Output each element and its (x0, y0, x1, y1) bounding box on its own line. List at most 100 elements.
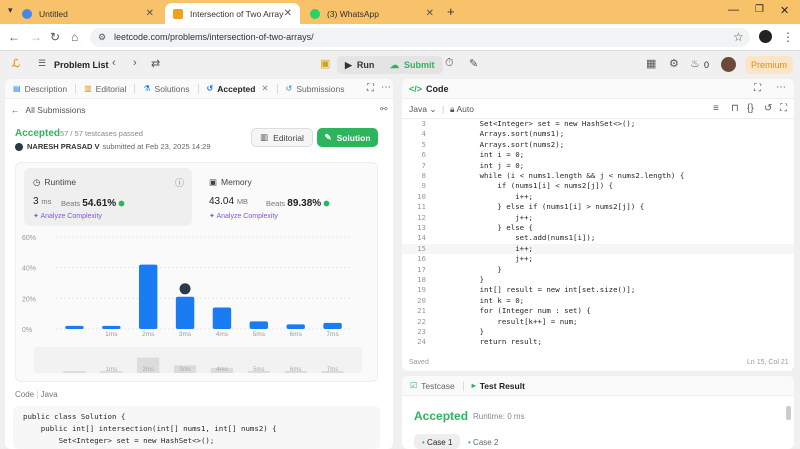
scrollbar[interactable] (786, 406, 791, 420)
tab-solutions[interactable]: ⚗ Solutions (135, 79, 197, 99)
chart-bar[interactable] (212, 307, 232, 329)
next-problem-icon[interactable]: › (133, 57, 137, 69)
code-line[interactable]: 10 i++; (402, 192, 794, 202)
chart-bar[interactable] (249, 321, 269, 329)
editorial-button[interactable]: ▥ Editorial (251, 128, 313, 147)
code-line[interactable]: 4 Arrays.sort(nums1); (402, 129, 794, 139)
debug-icon[interactable]: ▣ (320, 57, 330, 70)
note-icon[interactable]: ✎ (469, 57, 478, 70)
solution-button[interactable]: ✎ Solution (317, 128, 378, 147)
reload-icon[interactable]: ↻ (50, 30, 60, 44)
back-icon[interactable]: ← (8, 30, 20, 44)
format-icon[interactable]: ≡ (713, 103, 719, 114)
url-field[interactable]: ⚙ leetcode.com/problems/intersection-of-… (90, 28, 750, 47)
language-select[interactable]: Java ⌄ (409, 104, 436, 115)
case-1-tab[interactable]: • Case 1 (414, 434, 460, 449)
code-line[interactable]: 12 j++; (402, 213, 794, 223)
braces-icon[interactable]: {} (747, 103, 754, 114)
code-line[interactable]: 22 result[k++] = num; (402, 317, 794, 327)
chart-bar[interactable] (102, 325, 121, 329)
close-icon[interactable]: ✕ (146, 8, 154, 19)
tab-submissions[interactable]: ↺ Submissions (278, 79, 353, 99)
tab-accepted[interactable]: ↺ Accepted ✕ (199, 79, 277, 99)
minimize-icon[interactable]: — (728, 4, 739, 16)
chart-range-navigator[interactable] (34, 347, 362, 373)
analyze-complexity-link[interactable]: ✦ Analyze Complexity (33, 212, 102, 220)
code-line[interactable]: 18 } (402, 275, 794, 285)
problem-list-link[interactable]: Problem List (54, 60, 109, 70)
memory-card[interactable]: ▣ Memory 43.04 MB Beats 89.38% ⬢ ✦ Analyz… (200, 168, 370, 226)
submit-button[interactable]: ☁ Submit (382, 56, 443, 74)
code-line[interactable]: 19 int[] result = new int[set.size()]; (402, 285, 794, 295)
case-2-tab[interactable]: • Case 2 (468, 438, 498, 447)
runtime-card[interactable]: ◷ Runtime ⓘ 3 ms Beats 54.61% ⬢ ✦ Analyze… (24, 168, 192, 226)
site-info-icon[interactable]: ⚙ (98, 28, 106, 47)
premium-button[interactable]: Premium (745, 56, 793, 74)
auto-toggle[interactable]: 🔒︎ Auto (450, 104, 474, 115)
code-line[interactable]: 14 set.add(nums1[i]); (402, 233, 794, 243)
code-line[interactable]: 20 int k = 0; (402, 296, 794, 306)
code-line[interactable]: 23 } (402, 327, 794, 337)
bookmark-icon[interactable]: ⊓ (731, 103, 739, 114)
code-line[interactable]: 9 if (nums1[i] < nums2[j]) { (402, 181, 794, 191)
code-line[interactable]: 11 } else if (nums1[i] > nums2[j]) { (402, 202, 794, 212)
browser-tab-untitled[interactable]: Untitled ✕ (14, 3, 162, 24)
close-window-icon[interactable]: ✕ (780, 4, 789, 17)
shuffle-icon[interactable]: ⇄ (151, 57, 160, 70)
expand-icon[interactable]: ⛶ (367, 83, 374, 94)
profile-avatar[interactable] (759, 30, 772, 43)
code-area[interactable]: 3 Set<Integer> set = new HashSet<>(); 4 A… (402, 119, 794, 349)
username[interactable]: NARESH PRASAD V (27, 142, 100, 151)
close-icon[interactable]: ✕ (426, 8, 434, 19)
run-button[interactable]: ▶ Run (337, 56, 383, 74)
tab-editorial[interactable]: ▥ Editorial (76, 79, 134, 99)
settings-icon[interactable]: ⚙ (669, 57, 679, 70)
share-link-icon[interactable]: ⚯ (380, 104, 388, 115)
code-line[interactable]: 24 return result; (402, 337, 794, 347)
chart-bar[interactable] (286, 324, 305, 329)
chart-bar[interactable] (175, 296, 195, 329)
all-submissions-link[interactable]: ← All Submissions (11, 105, 86, 115)
streak-icon[interactable]: ♨ (690, 57, 700, 70)
forward-icon[interactable]: → (30, 30, 42, 44)
tab-description[interactable]: ▤ Description (5, 79, 75, 99)
expand-icon[interactable]: ⛶ (754, 83, 761, 94)
user-avatar[interactable] (721, 57, 736, 72)
info-icon[interactable]: ⓘ (175, 176, 184, 189)
tab-testcase[interactable]: ☑ Testcase (402, 376, 463, 396)
home-icon[interactable]: ⌂ (71, 30, 78, 44)
code-line[interactable]: 13 } else { (402, 223, 794, 233)
browser-tab-whatsapp[interactable]: (3) WhatsApp ✕ (302, 3, 442, 24)
code-line[interactable]: 7 int j = 0; (402, 161, 794, 171)
code-line[interactable]: 16 j++; (402, 254, 794, 264)
code-line[interactable]: 17 } (402, 265, 794, 275)
code-line[interactable]: 8 while (i < nums1.length && j < nums2.l… (402, 171, 794, 181)
fullscreen-icon[interactable]: ⛶ (780, 103, 787, 114)
list-icon[interactable]: ☰ (38, 58, 46, 69)
tab-list-icon[interactable]: ▾ (8, 5, 13, 16)
analyze-complexity-link[interactable]: ✦ Analyze Complexity (209, 212, 278, 220)
more-icon[interactable]: ⋯ (381, 82, 391, 93)
new-tab-icon[interactable]: + (447, 4, 455, 19)
runtime-distribution-chart[interactable]: 60% 40% 20% 0% 1ms 2ms 3ms 4ms 5ms 6ms 7ms 1ms 2ms 3m… (16, 227, 379, 382)
chart-bar[interactable] (138, 264, 158, 329)
reset-icon[interactable]: ↺ (764, 103, 772, 114)
layout-icon[interactable]: ▦ (646, 57, 656, 70)
browser-tab-leetcode[interactable]: Intersection of Two Arrays - Lee ✕ (165, 3, 300, 24)
code-line[interactable]: 5 Arrays.sort(nums2); (402, 140, 794, 150)
close-icon[interactable]: ✕ (261, 83, 268, 94)
tab-test-result[interactable]: ▸ Test Result (464, 376, 533, 396)
timer-icon[interactable]: ⏱ (445, 57, 454, 70)
code-line[interactable]: 3 Set<Integer> set = new HashSet<>(); (402, 119, 794, 129)
leetcode-logo[interactable]: ℒ (12, 57, 20, 70)
chart-bar[interactable] (323, 322, 342, 329)
code-line[interactable]: 6 int i = 0; (402, 150, 794, 160)
chart-bar[interactable] (65, 325, 84, 329)
bookmark-star-icon[interactable]: ☆ (733, 30, 744, 44)
menu-icon[interactable]: ⋮ (782, 30, 794, 44)
code-line[interactable]: 15 i++; (402, 243, 794, 255)
maximize-icon[interactable]: ❐ (755, 4, 764, 15)
more-icon[interactable]: ⋯ (776, 82, 786, 93)
prev-problem-icon[interactable]: ‹ (112, 57, 116, 69)
code-line[interactable]: 21 for (Integer num : set) { (402, 306, 794, 316)
